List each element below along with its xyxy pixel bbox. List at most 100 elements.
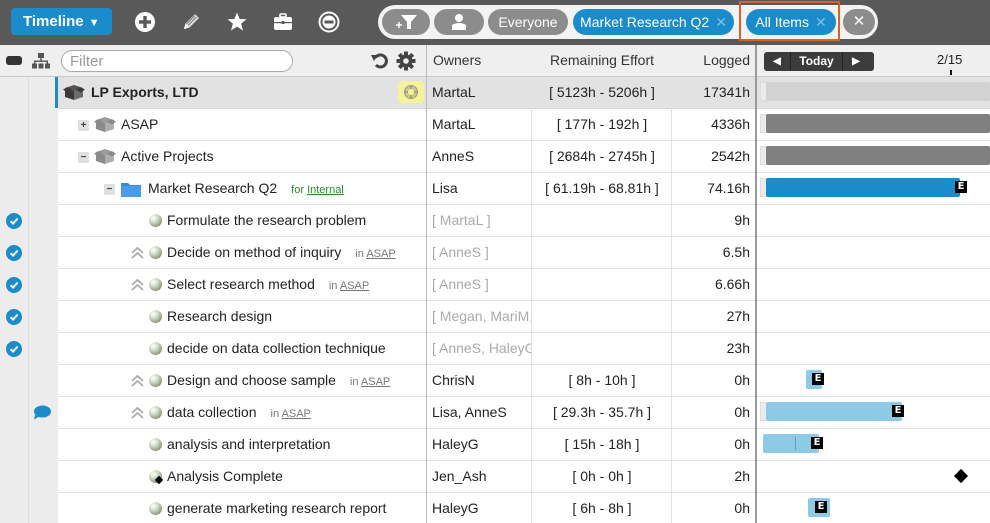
prev-period-button[interactable]: ◀ xyxy=(764,52,790,71)
logged-cell[interactable]: 0h xyxy=(672,365,750,396)
completed-check-icon[interactable] xyxy=(6,341,22,357)
gantt-bar[interactable] xyxy=(766,146,990,165)
item-name[interactable]: Decide on method of inquiry xyxy=(167,244,341,260)
completed-check-icon[interactable] xyxy=(6,245,22,261)
column-header-owners[interactable]: Owners xyxy=(433,45,481,76)
gantt-bar[interactable] xyxy=(766,178,960,197)
owner-cell[interactable]: Lisa xyxy=(432,173,532,204)
remaining-effort-cell[interactable] xyxy=(532,269,672,300)
completed-check-icon[interactable] xyxy=(6,309,22,325)
remaining-effort-cell[interactable]: [ 0h - 0h ] xyxy=(532,461,672,492)
owner-filter-button[interactable] xyxy=(434,9,484,35)
collapse-icon[interactable]: − xyxy=(104,184,115,195)
owner-cell[interactable]: [ MartaL ] xyxy=(432,205,532,236)
owner-cell[interactable]: ChrisN xyxy=(432,365,532,396)
owner-cell[interactable]: Lisa, AnneS xyxy=(432,397,532,428)
filter-items[interactable]: All Items ✕ xyxy=(746,9,836,35)
task-status-icon[interactable] xyxy=(149,406,162,419)
owner-cell[interactable]: MartaL xyxy=(432,77,532,108)
context-link[interactable]: ASAP xyxy=(340,280,369,292)
table-row[interactable]: Research design [ Megan, MariM, 27h xyxy=(58,301,990,333)
remaining-effort-cell[interactable] xyxy=(532,301,672,332)
logged-cell[interactable]: 2542h xyxy=(672,141,750,172)
logged-cell[interactable]: 6.5h xyxy=(672,237,750,268)
gantt-bar[interactable] xyxy=(766,114,990,133)
logged-cell[interactable]: 17341h xyxy=(672,77,750,108)
hierarchy-icon[interactable] xyxy=(31,52,51,70)
add-filter-button[interactable] xyxy=(382,9,430,35)
table-row[interactable]: Design and choose sample in ASAP ChrisN[ 8… xyxy=(58,365,990,397)
undo-icon[interactable] xyxy=(370,51,390,71)
clear-filters-button[interactable]: ✕ xyxy=(843,9,875,35)
comment-bubble-icon[interactable] xyxy=(33,405,51,420)
item-name[interactable]: data collection xyxy=(167,404,257,420)
close-icon[interactable]: ✕ xyxy=(715,14,727,30)
context-link[interactable]: ASAP xyxy=(366,248,395,260)
logged-cell[interactable]: 6.66h xyxy=(672,269,750,300)
remaining-effort-cell[interactable]: [ 5123h - 5206h ] xyxy=(532,77,672,108)
owner-cell[interactable]: [ AnneS ] xyxy=(432,237,532,268)
pin-button[interactable] xyxy=(398,81,424,103)
task-status-icon[interactable] xyxy=(149,214,162,227)
item-name[interactable]: analysis and interpretation xyxy=(167,436,330,452)
owner-cell[interactable]: [ AnneS, HaleyG xyxy=(432,333,532,364)
collapse-icon[interactable]: − xyxy=(78,152,89,163)
table-row[interactable]: decide on data collection technique [ Ann… xyxy=(58,333,990,365)
remaining-effort-cell[interactable]: [ 177h - 192h ] xyxy=(532,109,672,140)
gantt-end-marker[interactable]: E xyxy=(892,405,904,417)
gantt-bar[interactable] xyxy=(766,402,902,421)
item-name[interactable]: Design and choose sample xyxy=(167,372,336,388)
owner-cell[interactable]: AnneS xyxy=(432,141,532,172)
logged-cell[interactable]: 0h xyxy=(672,397,750,428)
add-icon[interactable] xyxy=(133,10,157,34)
task-status-icon[interactable] xyxy=(149,502,162,515)
gear-icon[interactable] xyxy=(396,51,416,71)
item-name[interactable]: ASAP xyxy=(121,116,158,132)
item-name[interactable]: LP Exports, LTD xyxy=(91,84,199,100)
item-name[interactable]: Market Research Q2 xyxy=(148,180,277,196)
remove-circle-icon[interactable] xyxy=(317,10,341,34)
logged-cell[interactable]: 74.16h xyxy=(672,173,750,204)
edit-pencil-icon[interactable] xyxy=(179,10,203,34)
remaining-effort-cell[interactable] xyxy=(532,333,672,364)
completed-check-icon[interactable] xyxy=(6,277,22,293)
task-status-icon[interactable] xyxy=(149,374,162,387)
item-name[interactable]: Analysis Complete xyxy=(167,468,283,484)
remaining-effort-cell[interactable]: [ 2684h - 2745h ] xyxy=(532,141,672,172)
star-icon[interactable] xyxy=(225,10,249,34)
gantt-end-marker[interactable]: E xyxy=(811,437,823,449)
remaining-effort-cell[interactable]: [ 29.3h - 35.7h ] xyxy=(532,397,672,428)
item-name[interactable]: Research design xyxy=(167,308,272,324)
owner-cell[interactable]: MartaL xyxy=(432,109,532,140)
column-header-remaining-effort[interactable]: Remaining Effort xyxy=(532,45,672,76)
remaining-effort-cell[interactable]: [ 15h - 18h ] xyxy=(532,429,672,460)
item-name[interactable]: decide on data collection technique xyxy=(167,340,386,356)
filter-project[interactable]: Market Research Q2 ✕ xyxy=(573,9,734,35)
logged-cell[interactable]: 0h xyxy=(672,493,750,523)
gantt-bar[interactable] xyxy=(766,82,990,101)
table-row[interactable]: analysis and interpretation HaleyG[ 15h -… xyxy=(58,429,990,461)
table-row[interactable]: generate marketing research report HaleyG… xyxy=(58,493,990,523)
table-row[interactable]: Select research method in ASAP [ AnneS ] 6.… xyxy=(58,269,990,301)
item-name[interactable]: Select research method xyxy=(167,276,315,292)
logged-cell[interactable]: 0h xyxy=(672,429,750,460)
table-row[interactable]: Analysis Complete Jen_Ash[ 0h - 0h ] 2h xyxy=(58,461,990,493)
item-name[interactable]: Active Projects xyxy=(121,148,214,164)
remaining-effort-cell[interactable]: [ 6h - 8h ] xyxy=(532,493,672,523)
logged-cell[interactable]: 4336h xyxy=(672,109,750,140)
task-status-icon[interactable] xyxy=(149,246,162,259)
logged-cell[interactable]: 23h xyxy=(672,333,750,364)
table-row[interactable]: Formulate the research problem [ MartaL ]… xyxy=(58,205,990,237)
table-row[interactable]: Decide on method of inquiry in ASAP [ Anne… xyxy=(58,237,990,269)
completed-check-icon[interactable] xyxy=(6,213,22,229)
task-status-icon[interactable] xyxy=(149,438,162,451)
task-status-icon[interactable] xyxy=(149,310,162,323)
gantt-end-marker[interactable]: E xyxy=(812,373,824,385)
task-status-icon[interactable] xyxy=(149,342,162,355)
expand-icon[interactable]: + xyxy=(78,120,89,131)
briefcase-icon[interactable] xyxy=(271,10,295,34)
owner-cell[interactable]: [ Megan, MariM, xyxy=(432,301,532,332)
context-link[interactable]: ASAP xyxy=(361,376,390,388)
view-selector-button[interactable]: Timeline ▼ xyxy=(11,8,112,35)
item-name[interactable]: Formulate the research problem xyxy=(167,212,366,228)
